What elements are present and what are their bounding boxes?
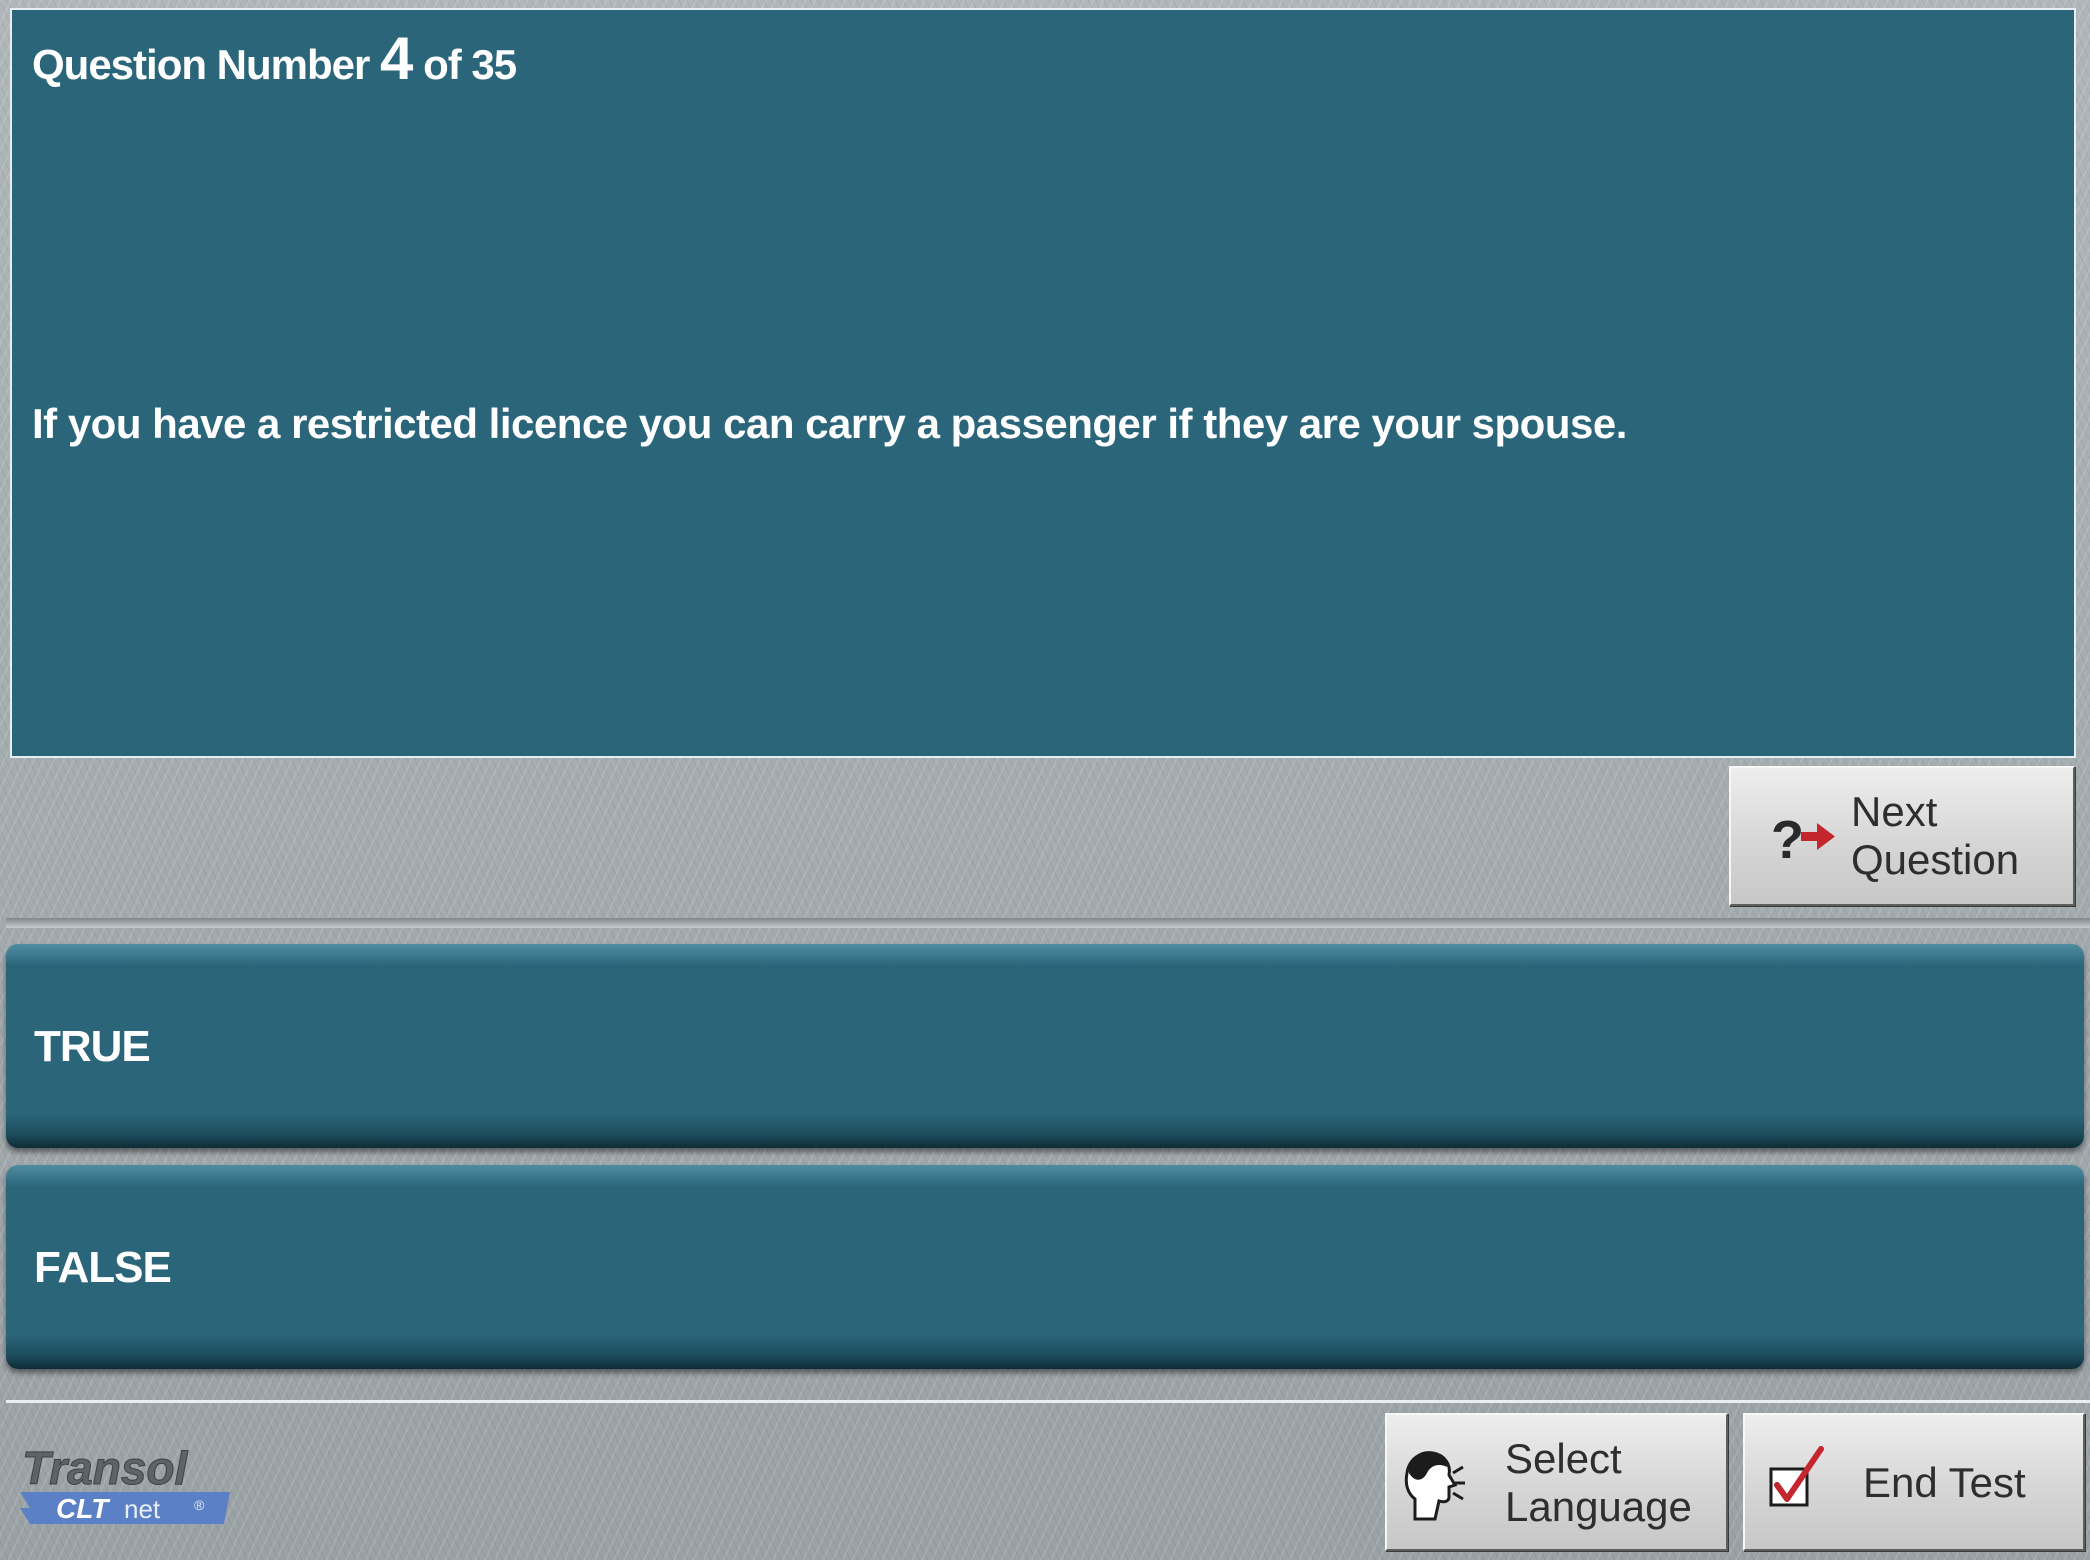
logo-sub-light: net xyxy=(124,1494,161,1524)
question-panel: Question Number 4 of 35 If you have a re… xyxy=(10,8,2076,758)
question-counter: Question Number 4 of 35 xyxy=(32,24,517,93)
svg-text:?: ? xyxy=(1771,810,1804,870)
answer-label: FALSE xyxy=(34,1243,172,1292)
section-divider xyxy=(6,918,2090,928)
question-arrow-icon: ? xyxy=(1771,810,1835,870)
end-test-label: End Test xyxy=(1863,1459,2026,1506)
answer-option-true[interactable]: TRUE xyxy=(6,944,2084,1148)
logo-sub-bold: CLT xyxy=(56,1493,111,1524)
end-test-button[interactable]: End Test xyxy=(1743,1413,2085,1551)
logo-registered-mark: ® xyxy=(194,1497,205,1513)
transol-logo: Transol CLT net ® xyxy=(20,1442,230,1524)
answer-label: TRUE xyxy=(34,1022,151,1071)
next-question-label: Next Question xyxy=(1851,788,2020,883)
speaking-head-icon xyxy=(1404,1451,1465,1521)
next-question-button[interactable]: ? Next Question xyxy=(1729,766,2075,906)
checkbox-check-icon xyxy=(1769,1446,1824,1507)
counter-prefix: Question Number xyxy=(32,41,370,88)
logo-brand: Transol xyxy=(22,1442,189,1494)
answer-option-false[interactable]: FALSE xyxy=(6,1165,2084,1369)
select-language-label: Select Language xyxy=(1505,1435,1692,1530)
counter-suffix: of 35 xyxy=(423,41,517,88)
select-language-button[interactable]: Select Language xyxy=(1385,1413,1728,1551)
question-text: If you have a restricted licence you can… xyxy=(32,400,1627,447)
current-question-number: 4 xyxy=(380,25,413,92)
footer-divider xyxy=(6,1400,2090,1403)
